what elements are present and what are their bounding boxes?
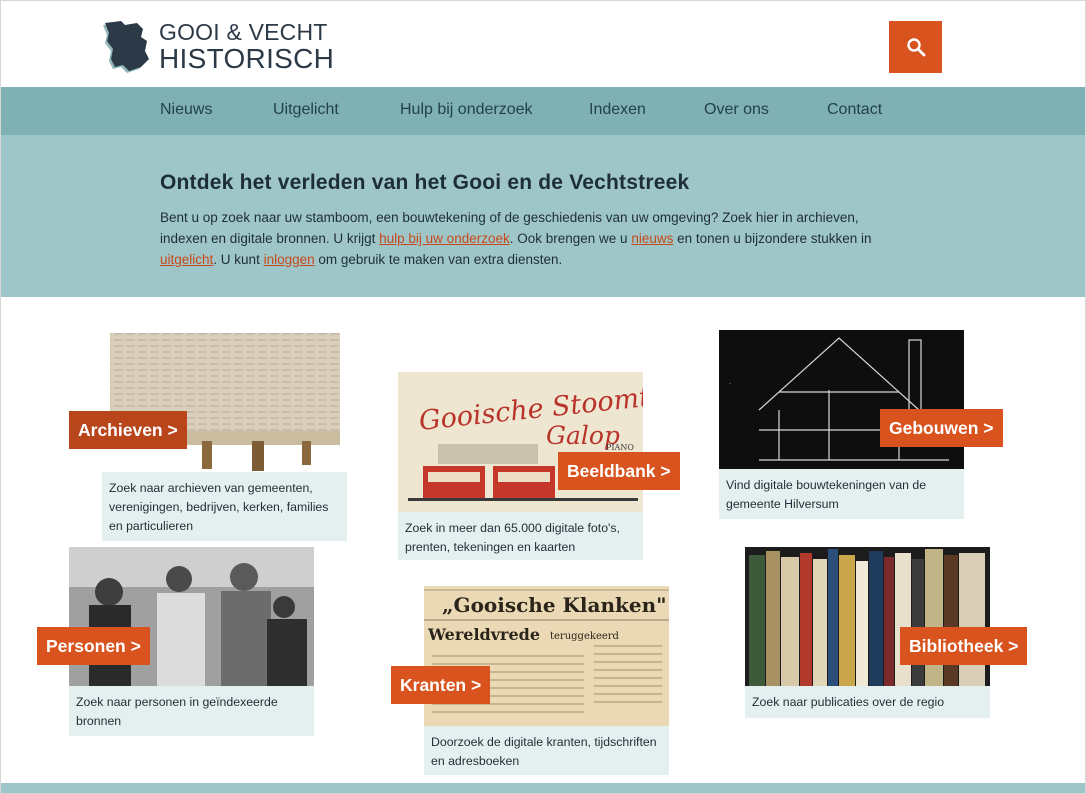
intro-text-part: en tonen u bijzondere stukken in	[673, 231, 872, 246]
footer-strip	[1, 783, 1085, 793]
page-title: Ontdek het verleden van het Gooi en de V…	[160, 171, 690, 194]
logo-text: GOOI & VECHT HISTORISCH	[159, 21, 334, 73]
archive-document-image	[102, 331, 347, 472]
intro-section: Ontdek het verleden van het Gooi en de V…	[1, 135, 1085, 297]
newspaper-image: „Gooische Klanken" Wereldvrede teruggeke…	[424, 586, 669, 726]
nav-item-contact[interactable]: Contact	[827, 101, 882, 119]
people-photo-image	[69, 547, 314, 686]
card-gebouwen[interactable]: · Vind digitale bouwtekeningen van de ge…	[719, 330, 1003, 519]
login-link[interactable]: inloggen	[264, 252, 315, 267]
archieven-button[interactable]: Archieven >	[69, 411, 187, 449]
poster-piano-text: PIANO	[606, 443, 634, 452]
site-logo[interactable]: GOOI & VECHT HISTORISCH	[101, 19, 334, 77]
kranten-button[interactable]: Kranten >	[391, 666, 491, 704]
card-beeldbank[interactable]: Gooische Stoomtram Galop PIANO Zoek in m…	[398, 372, 680, 560]
logo-line-1: GOOI & VECHT	[159, 19, 328, 45]
card-kranten-caption: Doorzoek de digitale kranten, tijdschrif…	[424, 726, 669, 775]
stoomtram-poster-image: Gooische Stoomtram Galop PIANO	[398, 372, 643, 512]
newspaper-headline-text: Wereldvrede	[427, 625, 540, 644]
card-gebouwen-caption: Vind digitale bouwtekeningen van de geme…	[719, 469, 964, 519]
intro-text: Bent u op zoek naar uw stamboom, een bou…	[160, 207, 890, 270]
card-bibliotheek[interactable]: Zoek naar publicaties over de regio Bibl…	[745, 547, 1028, 718]
search-icon	[906, 38, 925, 57]
nav-item-hulp-bij-onderzoek[interactable]: Hulp bij onderzoek	[400, 101, 533, 119]
beeldbank-button[interactable]: Beeldbank >	[558, 452, 680, 490]
bookshelf-image	[745, 547, 990, 686]
card-archieven-caption: Zoek naar archieven van gemeenten, veren…	[102, 472, 347, 541]
nav-item-indexen[interactable]: Indexen	[589, 101, 646, 119]
featured-link[interactable]: uitgelicht	[160, 252, 213, 267]
main-navigation: Nieuws Uitgelicht Hulp bij onderzoek Ind…	[1, 87, 1085, 135]
news-link[interactable]: nieuws	[631, 231, 673, 246]
card-kranten[interactable]: „Gooische Klanken" Wereldvrede teruggeke…	[391, 586, 669, 775]
svg-text:·: ·	[729, 381, 731, 388]
intro-text-part: om gebruik te maken van extra diensten.	[314, 252, 563, 267]
card-personen-caption: Zoek naar personen in geïndexeerde bronn…	[69, 686, 314, 736]
newspaper-subheadline-text: teruggekeerd	[550, 631, 620, 642]
bibliotheek-button[interactable]: Bibliotheek >	[900, 627, 1028, 665]
page: GOOI & VECHT HISTORISCH Nieuws Uitgelich…	[0, 0, 1086, 794]
card-archieven[interactable]: Zoek naar archieven van gemeenten, veren…	[69, 331, 347, 541]
search-button[interactable]	[889, 21, 942, 73]
newspaper-title-text: „Gooische Klanken"	[442, 593, 667, 617]
card-personen[interactable]: Zoek naar personen in geïndexeerde bronn…	[37, 547, 314, 736]
nav-item-nieuws[interactable]: Nieuws	[160, 101, 212, 119]
card-bibliotheek-caption: Zoek naar publicaties over de regio	[745, 686, 990, 718]
building-drawing-image: ·	[719, 330, 964, 469]
card-beeldbank-caption: Zoek in meer dan 65.000 digitale foto's,…	[398, 512, 643, 560]
region-map-logo-icon	[103, 21, 149, 73]
nav-item-over-ons[interactable]: Over ons	[704, 101, 769, 119]
gebouwen-button[interactable]: Gebouwen >	[880, 409, 1003, 447]
help-research-link[interactable]: hulp bij uw onderzoek	[379, 231, 510, 246]
intro-text-part: . U kunt	[213, 252, 264, 267]
intro-text-part: . Ook brengen we u	[509, 231, 632, 246]
nav-item-uitgelicht[interactable]: Uitgelicht	[273, 101, 339, 119]
logo-line-2: HISTORISCH	[159, 43, 335, 74]
site-header: GOOI & VECHT HISTORISCH	[1, 1, 1085, 87]
personen-button[interactable]: Personen >	[37, 627, 150, 665]
